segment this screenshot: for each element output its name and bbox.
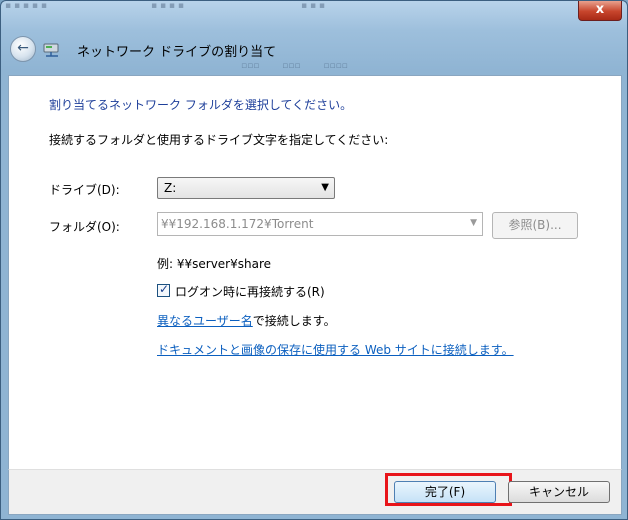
drive-label: ドライブ(D): xyxy=(49,183,120,197)
web-site-link[interactable]: ドキュメントと画像の保存に使用する Web サイトに接続します。 xyxy=(157,343,514,357)
folder-label: フォルダ(O): xyxy=(49,220,120,234)
wizard-instruction: 接続するフォルダと使用するドライブ文字を指定してください: xyxy=(49,133,389,147)
other-user-suffix: で接続します。 xyxy=(252,314,336,328)
chevron-down-icon: ▼ xyxy=(321,182,329,193)
web-site-row: ドキュメントと画像の保存に使用する Web サイトに接続します。 xyxy=(157,341,514,358)
window-title: ネットワーク ドライブの割り当て xyxy=(77,45,277,60)
background-tabs-ghost: ▫▫▫ ▫▫▫ ▫▫▫▫ xyxy=(241,61,348,71)
highlight-box xyxy=(385,473,512,506)
browse-button[interactable]: 参照(B)... xyxy=(492,212,578,239)
chevron-down-icon: ▼ xyxy=(470,218,477,228)
close-icon: x xyxy=(595,2,605,17)
cancel-button[interactable]: キャンセル xyxy=(508,481,610,503)
wizard-heading: 割り当てるネットワーク フォルダを選択してください。 xyxy=(49,98,353,112)
window-frame: ▪ ▪ ▪ ▪ ▪ ▪ ▪ ▪ ▪ ▪ ▪ ▪ ▫▫▫ ▫▫▫ ▫▫▫▫ x ←… xyxy=(0,0,628,520)
back-arrow-icon: ← xyxy=(17,40,29,56)
other-user-link[interactable]: 異なるユーザー名 xyxy=(157,314,253,328)
network-drive-icon xyxy=(43,43,59,57)
drive-select[interactable]: Z: ▼ xyxy=(157,177,335,199)
example-text: 例: ¥¥server¥share xyxy=(157,257,272,271)
back-button[interactable]: ← xyxy=(10,36,36,62)
folder-value: ¥¥192.168.1.172¥Torrent xyxy=(161,217,314,231)
reconnect-label[interactable]: ログオン時に再接続する(R) xyxy=(175,283,325,300)
close-button[interactable]: x xyxy=(578,1,622,21)
reconnect-checkbox[interactable]: ✓ xyxy=(157,282,170,297)
drive-value: Z: xyxy=(164,181,177,195)
wizard-content: 割り当てるネットワーク フォルダを選択してください。 接続するフォルダと使用する… xyxy=(8,75,622,470)
folder-input[interactable]: ¥¥192.168.1.172¥Torrent ▼ xyxy=(157,212,483,236)
checkmark-icon: ✓ xyxy=(159,282,170,296)
background-window-ghost: ▪ ▪ ▪ ▪ ▪ ▪ ▪ ▪ ▪ ▪ ▪ ▪ xyxy=(5,1,326,11)
other-user-row: 異なるユーザー名で接続します。 xyxy=(157,312,336,329)
